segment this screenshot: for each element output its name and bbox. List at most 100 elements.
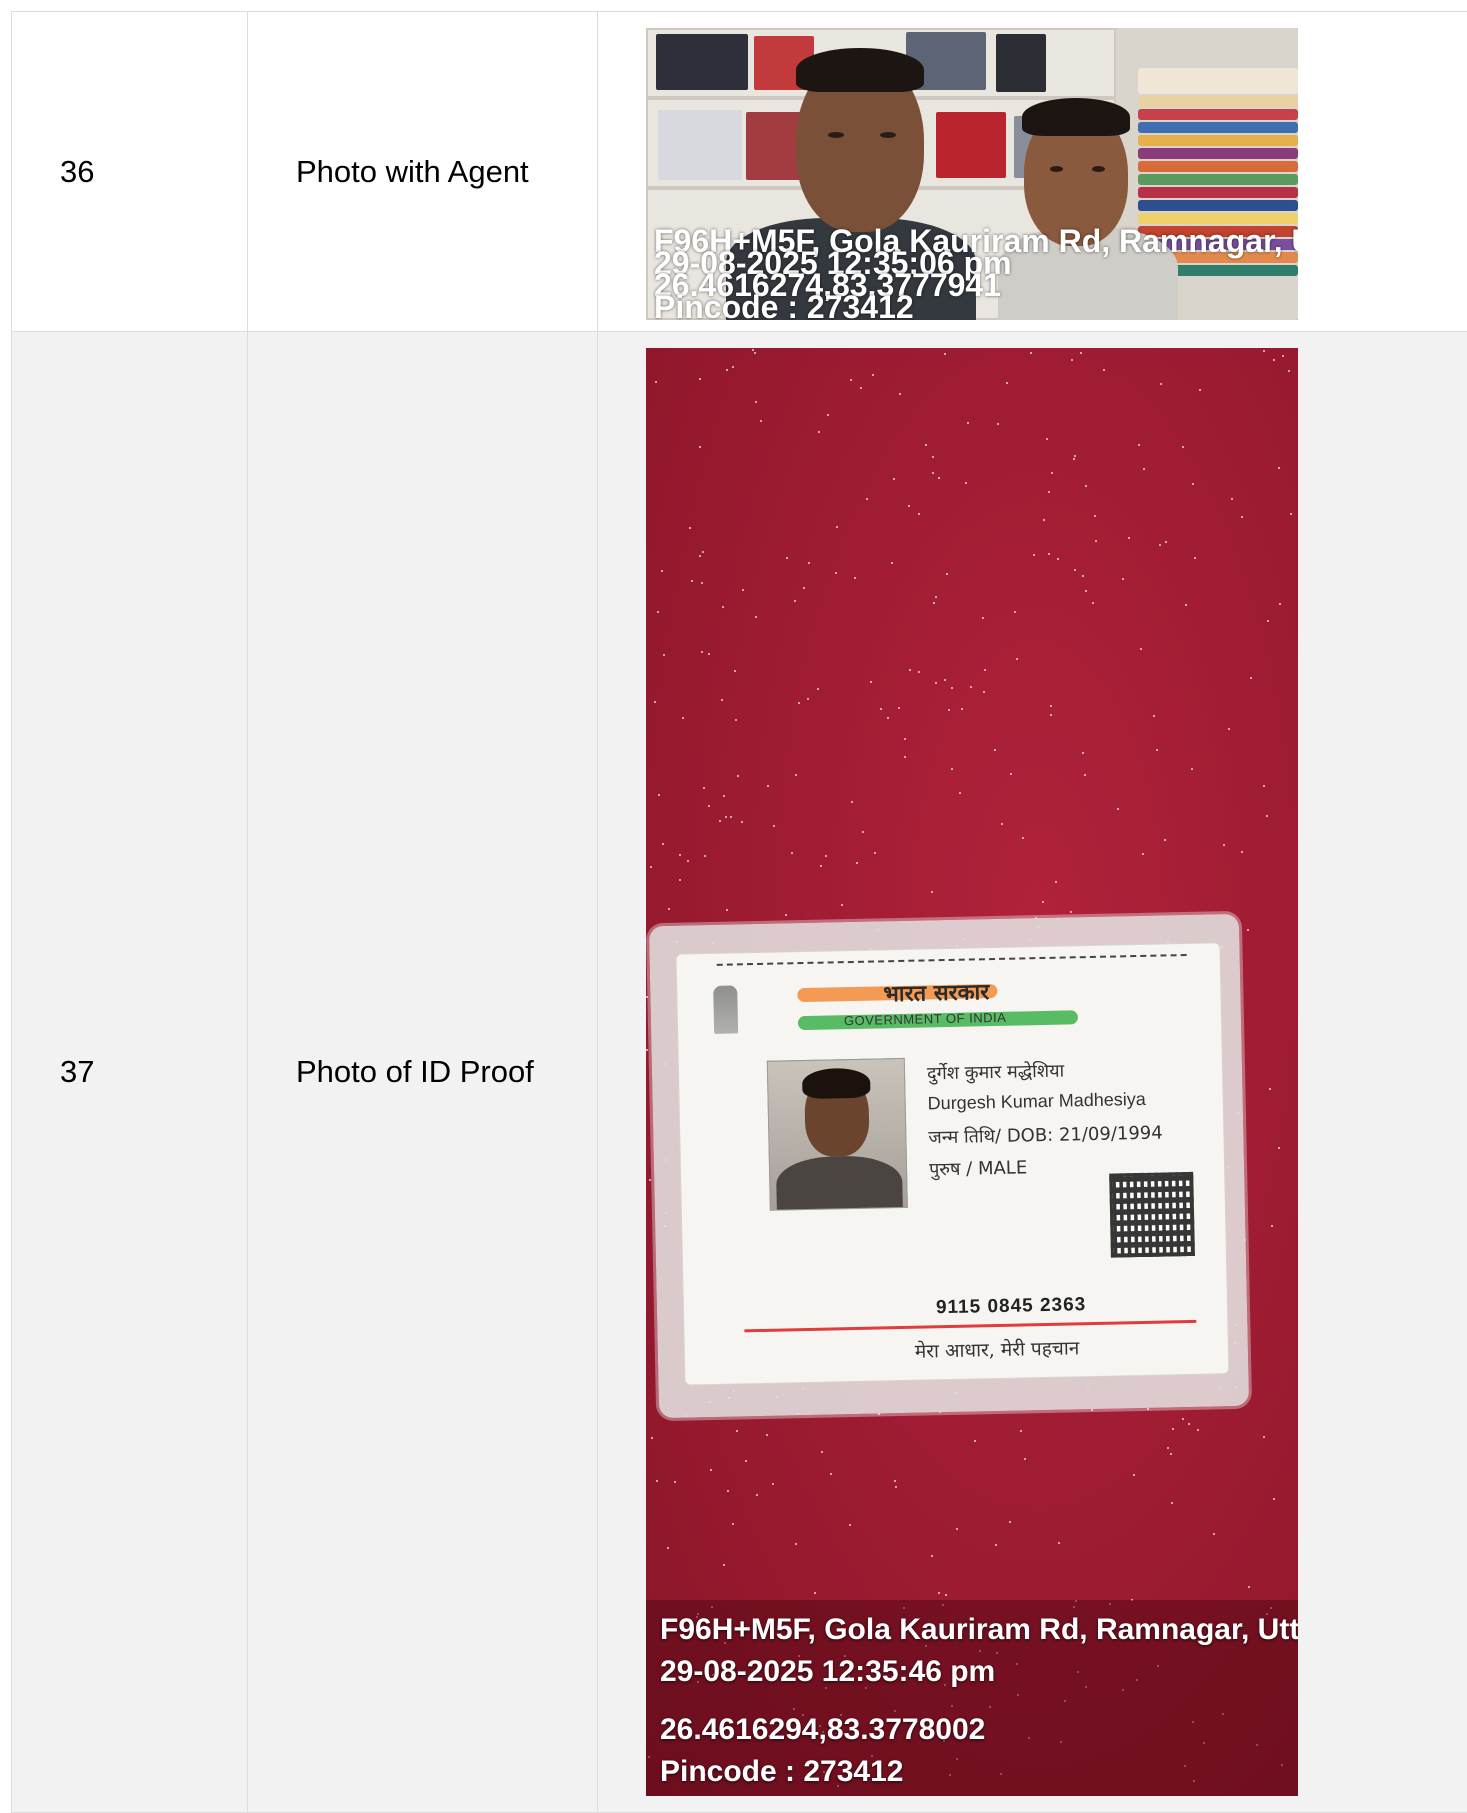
glitter-speck	[1273, 1498, 1275, 1500]
verification-photos-table: 36 Photo with Agent	[11, 11, 1467, 1813]
glitter-speck	[1070, 911, 1072, 913]
glitter-speck	[898, 707, 900, 709]
glitter-speck	[737, 775, 739, 777]
glitter-speck	[1263, 785, 1265, 787]
glitter-speck	[850, 379, 852, 381]
glitter-speck	[1197, 1429, 1199, 1431]
photo-with-agent: F96H+M5F, Gola Kauriram Rd, Ramnagar, Ut…	[646, 28, 1298, 320]
report-table-wrapper: 36 Photo with Agent	[11, 11, 1467, 1813]
glitter-speck	[1138, 444, 1140, 446]
glitter-speck	[872, 374, 874, 376]
row-number: 36	[12, 12, 248, 332]
glitter-speck	[870, 681, 872, 683]
glitter-speck	[895, 1486, 897, 1488]
glitter-speck	[1156, 749, 1158, 751]
glitter-speck	[767, 785, 769, 787]
glitter-speck	[1043, 519, 1045, 521]
card-gov-hindi: भारत सरकार	[883, 976, 989, 1008]
glitter-speck	[836, 526, 838, 528]
glitter-speck	[654, 701, 656, 703]
glitter-speck	[1084, 774, 1086, 776]
glitter-speck	[723, 795, 725, 797]
card-gender: पुरुष / MALE	[929, 1155, 1028, 1181]
glitter-speck	[1010, 773, 1012, 775]
glitter-speck	[701, 651, 703, 653]
glitter-speck	[951, 768, 953, 770]
glitter-speck	[830, 1473, 832, 1475]
geo-address: F96H+M5F, Gola Kauriram Rd, Ramnagar, Ut…	[660, 1614, 1298, 1646]
shirt-box	[996, 34, 1046, 92]
glitter-speck	[1103, 369, 1105, 371]
glitter-speck	[944, 679, 946, 681]
glitter-speck	[1001, 823, 1003, 825]
glitter-speck	[1266, 815, 1268, 817]
glitter-speck	[736, 1430, 738, 1432]
glitter-speck	[766, 1434, 768, 1436]
glitter-speck	[982, 617, 984, 619]
emblem-icon	[713, 985, 738, 1033]
glitter-speck	[1046, 438, 1048, 440]
glitter-speck	[699, 555, 701, 557]
glitter-speck	[689, 527, 691, 529]
glitter-speck	[1269, 1088, 1271, 1090]
card-name-hindi: दुर्गेश कुमार मद्धेशिया	[927, 1059, 1065, 1086]
glitter-speck	[1164, 839, 1166, 841]
glitter-speck	[1058, 1542, 1060, 1544]
glitter-speck	[646, 996, 648, 998]
glitter-speck	[818, 431, 820, 433]
glitter-speck	[704, 855, 706, 857]
glitter-speck	[756, 1494, 758, 1496]
glitter-speck	[667, 1547, 669, 1549]
glitter-speck	[925, 444, 927, 446]
glitter-speck	[827, 414, 829, 416]
glitter-speck	[866, 498, 868, 500]
glitter-speck	[1160, 383, 1162, 385]
glitter-speck	[1170, 1453, 1172, 1455]
glitter-speck	[682, 717, 684, 719]
glitter-speck	[1016, 658, 1018, 660]
glitter-speck	[851, 801, 853, 803]
glitter-speck	[732, 1523, 734, 1525]
glitter-speck	[1231, 498, 1233, 500]
glitter-speck	[1048, 553, 1050, 555]
glitter-speck	[1094, 515, 1096, 517]
glitter-speck	[849, 1524, 851, 1526]
glitter-speck	[918, 513, 920, 515]
glitter-speck	[1082, 752, 1084, 754]
glitter-speck	[1278, 1147, 1280, 1149]
glitter-speck	[679, 854, 681, 856]
glitter-speck	[931, 1555, 933, 1557]
shirt-box	[936, 112, 1006, 178]
glitter-speck	[786, 557, 788, 559]
glitter-speck	[807, 698, 809, 700]
glitter-speck	[1050, 714, 1052, 716]
glitter-speck	[945, 1594, 947, 1596]
glitter-speck	[722, 606, 724, 608]
glitter-speck	[938, 1592, 940, 1594]
glitter-speck	[1140, 648, 1142, 650]
glitter-speck	[755, 616, 757, 618]
glitter-speck	[1182, 446, 1184, 448]
glitter-speck	[699, 446, 701, 448]
glitter-speck	[891, 562, 893, 564]
glitter-speck	[679, 879, 681, 881]
glitter-speck	[772, 1483, 774, 1485]
geo-datetime: 29-08-2025 12:35:46 pm	[660, 1656, 995, 1688]
glitter-speck	[948, 709, 950, 711]
glitter-speck	[691, 580, 693, 582]
glitter-speck	[935, 596, 937, 598]
card-red-line	[744, 1320, 1196, 1332]
glitter-speck	[710, 1469, 712, 1471]
glitter-speck	[1009, 1521, 1011, 1523]
glitter-speck	[1122, 578, 1124, 580]
glitter-speck	[1182, 1418, 1184, 1420]
glitter-speck	[944, 353, 946, 355]
glitter-speck	[1263, 1436, 1265, 1438]
glitter-speck	[933, 602, 935, 604]
glitter-speck	[1248, 1586, 1250, 1588]
glitter-speck	[1071, 359, 1073, 361]
glitter-speck	[794, 600, 796, 602]
glitter-speck	[995, 1544, 997, 1546]
glitter-speck	[1171, 1502, 1173, 1504]
glitter-speck	[1273, 359, 1275, 361]
